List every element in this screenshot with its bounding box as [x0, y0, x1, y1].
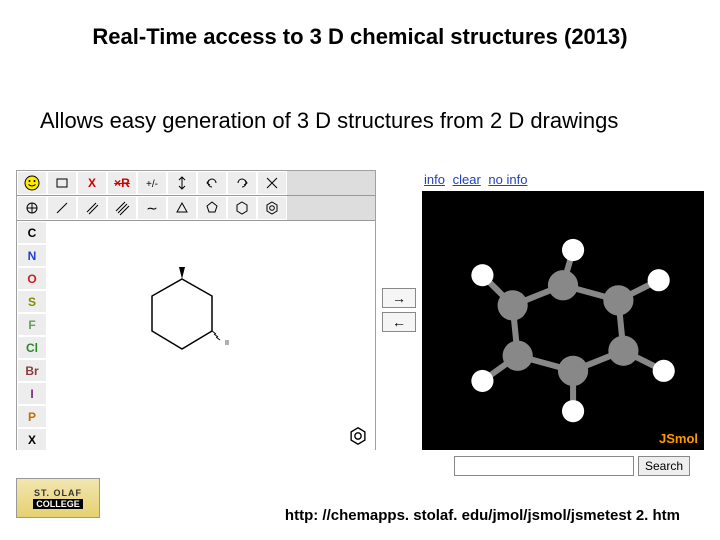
- rect-tool-icon[interactable]: [47, 171, 77, 195]
- send-left-button[interactable]: ←: [382, 312, 416, 332]
- element-palette: C N O S F Cl Br I P X: [17, 221, 47, 451]
- hexagon-ring-icon[interactable]: [227, 196, 257, 220]
- jsmol-3d-view[interactable]: JSmol: [422, 191, 704, 450]
- double-bond-icon[interactable]: [77, 196, 107, 220]
- jsme-editor: X ×R +/- ∼ C: [16, 170, 376, 450]
- svg-text:II: II: [225, 340, 229, 347]
- jsmol-clear-link[interactable]: clear: [453, 172, 481, 187]
- logo-line2: COLLEGE: [33, 499, 83, 509]
- element-c[interactable]: C: [17, 221, 47, 244]
- search-input[interactable]: [454, 456, 634, 476]
- search-button[interactable]: Search: [638, 456, 690, 476]
- pentagon-ring-icon[interactable]: [197, 196, 227, 220]
- jsmol-panel: info clear no info: [422, 170, 704, 450]
- app-row: X ×R +/- ∼ C: [16, 170, 704, 450]
- smile-icon[interactable]: [17, 171, 47, 195]
- slide-subtitle: Allows easy generation of 3 D structures…: [40, 108, 618, 134]
- svg-text:+/-: +/-: [146, 179, 158, 190]
- close-x-icon[interactable]: [257, 171, 287, 195]
- jsme-toolbar-row2: ∼: [17, 196, 375, 221]
- jsme-toolbar-row1: X ×R +/-: [17, 171, 375, 196]
- triangle-ring-icon[interactable]: [167, 196, 197, 220]
- element-br[interactable]: Br: [17, 359, 47, 382]
- element-s[interactable]: S: [17, 290, 47, 313]
- any-bond-icon[interactable]: ∼: [137, 196, 167, 220]
- element-x[interactable]: X: [17, 428, 47, 451]
- triple-bond-icon[interactable]: [107, 196, 137, 220]
- charge-tool-icon[interactable]: +/-: [137, 171, 167, 195]
- element-o[interactable]: O: [17, 267, 47, 290]
- jsmol-info-link[interactable]: info: [424, 172, 445, 187]
- transfer-arrows: → ←: [376, 170, 422, 450]
- slide-title: Real-Time access to 3 D chemical structu…: [0, 24, 720, 50]
- benzene-ring-icon[interactable]: [257, 196, 287, 220]
- element-n[interactable]: N: [17, 244, 47, 267]
- element-cl[interactable]: Cl: [17, 336, 47, 359]
- delete-group-icon[interactable]: ×R: [107, 171, 137, 195]
- redo-icon[interactable]: [227, 171, 257, 195]
- send-right-button[interactable]: →: [382, 288, 416, 308]
- molecule-3d-icon: [422, 191, 704, 450]
- source-url: http: //chemapps. stolaf. edu/jmol/jsmol…: [285, 507, 680, 524]
- jsmol-noinfo-link[interactable]: no info: [488, 172, 527, 187]
- element-i[interactable]: I: [17, 382, 47, 405]
- element-p[interactable]: P: [17, 405, 47, 428]
- stereo-toggle-icon[interactable]: [17, 196, 47, 220]
- cyclohexane-drawing: II: [127, 261, 237, 371]
- delete-x-icon[interactable]: X: [77, 171, 107, 195]
- element-f[interactable]: F: [17, 313, 47, 336]
- undo-icon[interactable]: [197, 171, 227, 195]
- benzene-corner-icon[interactable]: [347, 425, 369, 447]
- single-bond-icon[interactable]: [47, 196, 77, 220]
- logo-line1: ST. OLAF: [34, 488, 82, 498]
- jsmol-links: info clear no info: [422, 170, 704, 191]
- stolaf-logo: ST. OLAF COLLEGE: [16, 478, 100, 518]
- jsmol-brand-label: JSmol: [659, 431, 698, 446]
- search-bar: Search: [454, 456, 690, 476]
- stereo-updown-icon[interactable]: [167, 171, 197, 195]
- jsme-canvas[interactable]: II: [47, 221, 375, 451]
